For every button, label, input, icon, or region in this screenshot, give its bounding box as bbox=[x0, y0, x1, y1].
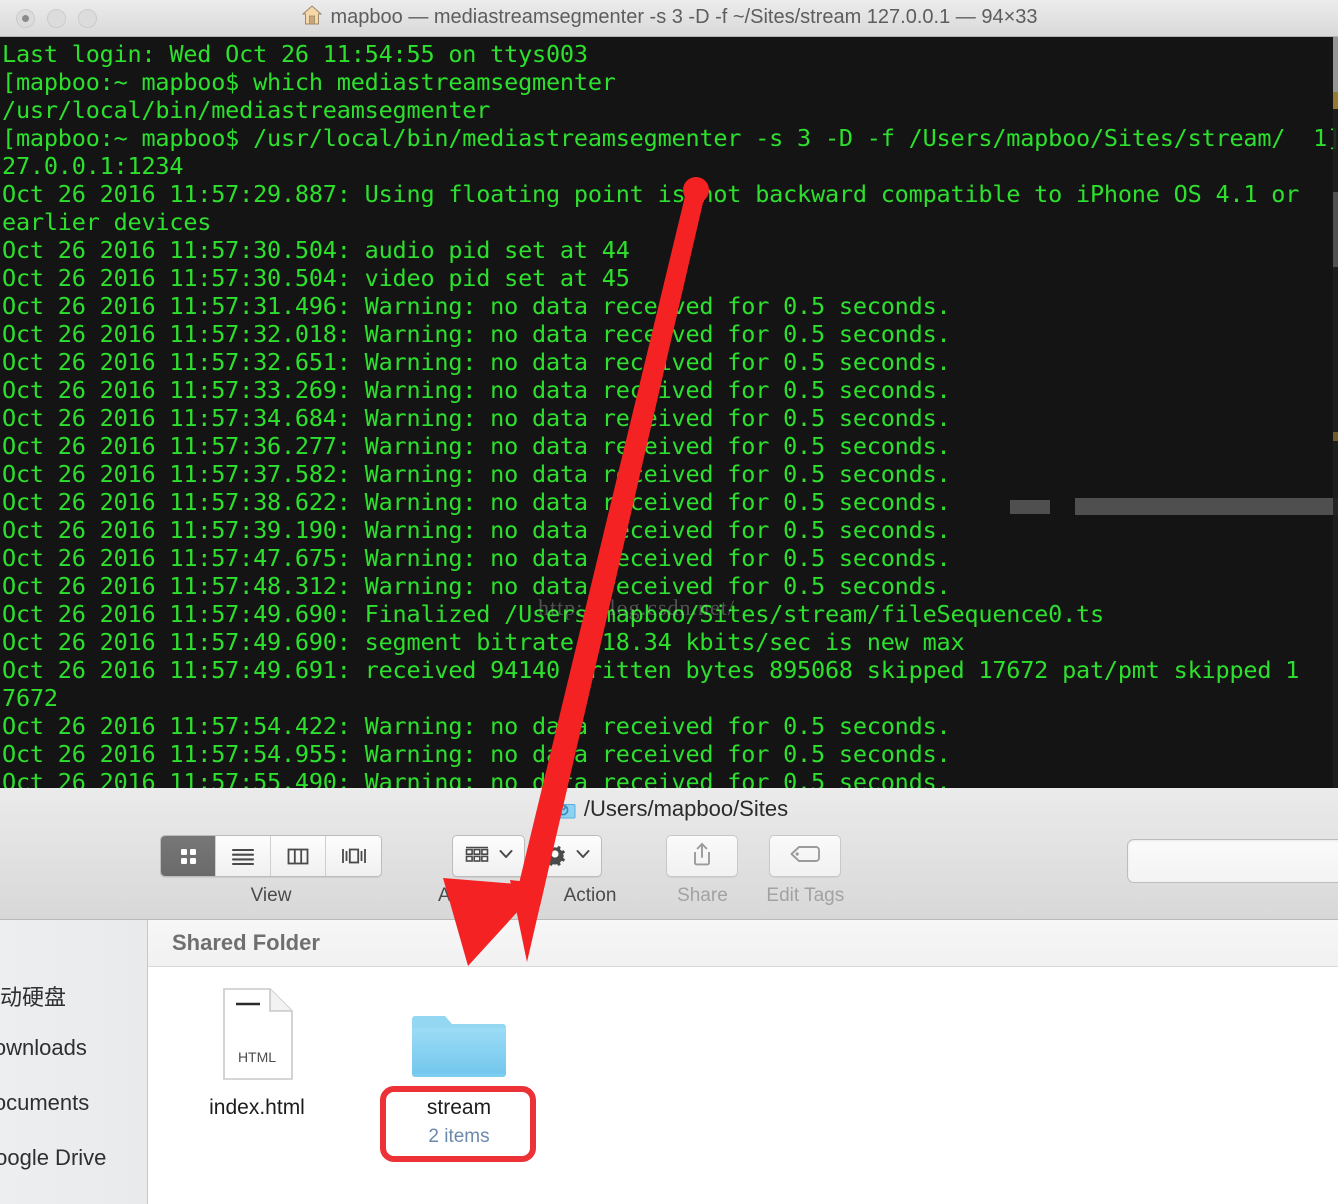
file-item-stream[interactable]: stream 2 items bbox=[374, 986, 544, 1148]
edit-tags-button[interactable] bbox=[769, 835, 842, 877]
arrange-caption: Arrange bbox=[438, 885, 506, 906]
terminal-title-row: mapboo — mediastreamsegmenter -s 3 -D -f… bbox=[0, 4, 1338, 32]
svg-text:HTML: HTML bbox=[238, 1049, 276, 1065]
sidebar-item-downloads[interactable]: Downloads bbox=[0, 1035, 148, 1061]
terminal-title-text: mapboo — mediastreamsegmenter -s 3 -D -f… bbox=[330, 6, 1038, 28]
chevron-down-icon bbox=[574, 845, 592, 868]
action-button[interactable] bbox=[531, 835, 603, 877]
file-name-label: index.html bbox=[209, 1096, 305, 1119]
sidebar-item-documents[interactable]: Documents bbox=[0, 1090, 148, 1116]
terminal-window: mapboo — mediastreamsegmenter -s 3 -D -f… bbox=[0, 0, 1338, 788]
chevron-down-icon bbox=[497, 845, 515, 868]
terminal-titlebar: mapboo — mediastreamsegmenter -s 3 -D -f… bbox=[0, 0, 1338, 37]
finder-path: /Users/mapboo/Sites bbox=[549, 796, 789, 826]
terminal-scrollbar[interactable] bbox=[1333, 37, 1338, 788]
arrange-action-captions: Arrange Action bbox=[438, 885, 616, 907]
arrange-grid-icon bbox=[462, 842, 492, 871]
sidebar-item-google-drive[interactable]: Google Drive bbox=[0, 1145, 148, 1171]
finder-path-text: /Users/mapboo/Sites bbox=[583, 796, 789, 821]
share-group: Share bbox=[666, 835, 739, 907]
edit-tags-caption: Edit Tags bbox=[766, 885, 845, 906]
folder-icon bbox=[374, 986, 544, 1082]
share-caption: Share bbox=[677, 885, 728, 906]
finder-toolbar: /Users/mapboo/Sites View Arrange Action … bbox=[0, 788, 1338, 920]
finder-window: /Users/mapboo/Sites View Arrange Action … bbox=[0, 788, 1338, 1204]
render-artifact bbox=[1075, 498, 1338, 515]
file-name-label: stream bbox=[426, 1096, 492, 1119]
view-segmented-control[interactable] bbox=[160, 835, 382, 877]
file-item-count-label: 2 items bbox=[428, 1126, 490, 1147]
edit-tags-group: Edit Tags bbox=[766, 835, 844, 907]
icon-view-button[interactable] bbox=[161, 836, 216, 876]
gear-icon bbox=[541, 840, 569, 873]
view-control-group: View bbox=[160, 835, 382, 907]
cover-flow-view-button[interactable] bbox=[326, 836, 381, 876]
arrange-button[interactable] bbox=[452, 835, 526, 877]
folder-icon bbox=[549, 798, 576, 826]
tag-icon bbox=[788, 843, 822, 870]
finder-sidebar: 移动硬盘 Downloads Documents Google Drive bbox=[0, 920, 148, 1204]
html-document-icon: HTML bbox=[172, 986, 342, 1082]
view-caption: View bbox=[250, 885, 292, 906]
screenshot-root: mapboo — mediastreamsegmenter -s 3 -D -f… bbox=[0, 0, 1338, 1204]
column-view-button[interactable] bbox=[271, 836, 326, 876]
home-icon bbox=[301, 4, 323, 32]
terminal-output-area[interactable]: Last login: Wed Oct 26 11:54:55 on ttys0… bbox=[0, 37, 1338, 788]
finder-toolbar-controls: View Arrange Action Share Edit Tags bbox=[160, 835, 844, 907]
sidebar-item-external-drive[interactable]: 移动硬盘 bbox=[0, 980, 148, 1012]
section-header-label: Shared Folder bbox=[172, 930, 320, 955]
share-button[interactable] bbox=[666, 835, 739, 877]
shared-folder-header: Shared Folder bbox=[148, 920, 1338, 967]
arrange-action-pills bbox=[452, 835, 603, 877]
render-artifact bbox=[1010, 500, 1050, 514]
search-input[interactable] bbox=[1127, 839, 1338, 883]
file-item-index-html[interactable]: HTML index.html bbox=[172, 986, 342, 1120]
list-view-button[interactable] bbox=[216, 836, 271, 876]
share-icon bbox=[690, 841, 714, 872]
arrange-action-group: Arrange Action bbox=[438, 835, 616, 907]
finder-path-row: /Users/mapboo/Sites bbox=[0, 794, 1338, 828]
finder-content-area: Shared Folder HTML index.html stream 2 i… bbox=[148, 920, 1338, 1204]
terminal-text: Last login: Wed Oct 26 11:54:55 on ttys0… bbox=[2, 40, 1338, 788]
action-caption: Action bbox=[563, 885, 617, 906]
